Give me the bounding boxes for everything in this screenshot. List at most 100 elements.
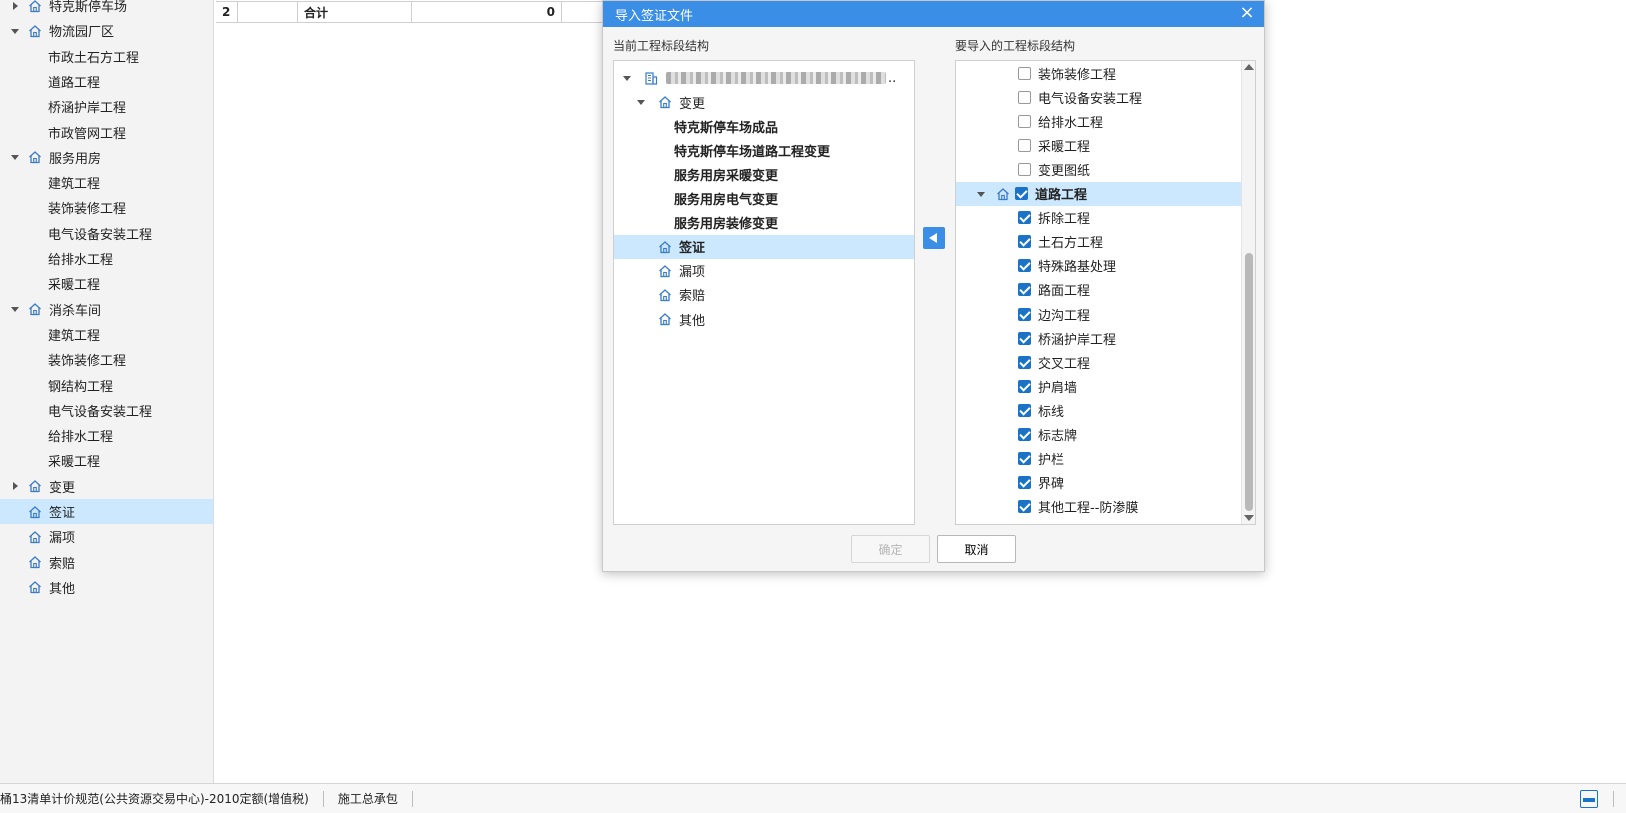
- tree-node[interactable]: 护栏: [956, 447, 1241, 471]
- checkbox[interactable]: [1018, 331, 1031, 345]
- checkbox[interactable]: [1018, 379, 1031, 393]
- checkbox[interactable]: [1015, 187, 1028, 200]
- checkbox[interactable]: [1018, 500, 1031, 514]
- tree-node[interactable]: 漏项: [0, 524, 213, 549]
- checkbox[interactable]: [1018, 307, 1031, 321]
- tree-node[interactable]: 变更: [614, 90, 914, 114]
- tree-label: 服务用房装修变更: [674, 217, 779, 233]
- tree-node[interactable]: 特克斯停车场: [0, 0, 213, 18]
- checkbox[interactable]: [1018, 355, 1031, 369]
- table-row[interactable]: 2 合计 0: [216, 1, 602, 23]
- tree-node[interactable]: 道路工程: [956, 181, 1241, 206]
- tree-leaf[interactable]: 建筑工程: [0, 322, 213, 347]
- checkbox[interactable]: [1018, 66, 1031, 80]
- tree-node[interactable]: 路面工程: [956, 278, 1241, 302]
- tree-node[interactable]: 土石方工程: [956, 230, 1241, 254]
- chevron-right-icon[interactable]: [10, 1, 20, 11]
- tree-node[interactable]: 签证: [614, 234, 914, 259]
- tree-node[interactable]: 边沟工程: [956, 302, 1241, 326]
- tree-node[interactable]: 服务用房装修变更: [614, 211, 914, 235]
- tree-leaf[interactable]: 采暖工程: [0, 448, 213, 473]
- vertical-scrollbar[interactable]: [1241, 61, 1255, 524]
- checkbox[interactable]: [1018, 138, 1031, 152]
- checkbox[interactable]: [1018, 452, 1031, 466]
- chevron-down-icon[interactable]: [10, 304, 20, 314]
- tree-node[interactable]: 索赔: [0, 550, 213, 575]
- tree-node[interactable]: 变更图纸: [956, 157, 1241, 181]
- tree-node[interactable]: 护肩墙: [956, 374, 1241, 398]
- ok-button[interactable]: 确定: [851, 535, 930, 563]
- tree-leaf[interactable]: 给排水工程: [0, 423, 213, 448]
- import-arrow-button[interactable]: [923, 227, 945, 249]
- checkbox[interactable]: [1018, 114, 1031, 128]
- tree-node[interactable]: 特克斯停车场成品: [614, 114, 914, 138]
- tree-node[interactable]: 交叉工程: [956, 350, 1241, 374]
- tree-leaf[interactable]: 道路工程: [0, 69, 213, 94]
- tree-label: 特克斯停车场成品: [674, 120, 779, 136]
- tree-leaf[interactable]: 市政土石方工程: [0, 44, 213, 69]
- checkbox[interactable]: [1018, 211, 1031, 225]
- tree-label: 物流园厂区: [49, 25, 115, 41]
- tree-node[interactable]: 特殊路基处理: [956, 254, 1241, 278]
- tree-node[interactable]: 标志牌: [956, 423, 1241, 447]
- chevron-down-icon[interactable]: [622, 73, 632, 83]
- checkbox[interactable]: [1018, 235, 1031, 249]
- tree-node[interactable]: 桥涵护岸工程: [956, 326, 1241, 350]
- chevron-down-icon[interactable]: [10, 152, 20, 162]
- tree-leaf[interactable]: 市政管网工程: [0, 120, 213, 145]
- tree-node[interactable]: 漏项: [614, 259, 914, 283]
- house-icon: [658, 95, 672, 109]
- tree-node[interactable]: 消杀车间: [0, 297, 213, 322]
- scroll-thumb[interactable]: [1245, 253, 1253, 511]
- tree-leaf[interactable]: 电气设备安装工程: [0, 398, 213, 423]
- tree-node[interactable]: 采暖工程: [956, 133, 1241, 157]
- chevron-down-icon[interactable]: [636, 97, 646, 107]
- tree-node[interactable]: 其他工程--防渗膜: [956, 495, 1241, 519]
- checkbox[interactable]: [1018, 259, 1031, 273]
- tree-node[interactable]: 拆除工程: [956, 206, 1241, 230]
- tree-leaf[interactable]: 钢结构工程: [0, 373, 213, 398]
- tree-node[interactable]: 特克斯停车场道路工程变更: [614, 138, 914, 162]
- ellipsis: ..: [888, 70, 897, 86]
- tree-node[interactable]: 服务用房: [0, 145, 213, 170]
- tree-node[interactable]: 装饰装修工程: [956, 61, 1241, 85]
- tree-node[interactable]: 其他: [614, 307, 914, 331]
- house-icon: [28, 555, 42, 569]
- chevron-down-icon[interactable]: [10, 26, 20, 36]
- tree-leaf[interactable]: 采暖工程: [0, 271, 213, 296]
- layout-toggle-icon[interactable]: [1580, 790, 1598, 808]
- checkbox[interactable]: [1018, 403, 1031, 417]
- cancel-button[interactable]: 取消: [937, 535, 1016, 563]
- tree-node[interactable]: 电气设备安装工程: [956, 85, 1241, 109]
- tree-leaf[interactable]: 建筑工程: [0, 170, 213, 195]
- tree-node[interactable]: ..: [614, 66, 914, 90]
- tree-node[interactable]: 签证: [0, 499, 213, 524]
- scroll-up-icon[interactable]: [1244, 64, 1254, 70]
- tree-leaf[interactable]: 给排水工程: [0, 246, 213, 271]
- tree-node[interactable]: 索赔: [614, 283, 914, 307]
- tree-leaf[interactable]: 装饰装修工程: [0, 195, 213, 220]
- tree-node[interactable]: 界碑: [956, 471, 1241, 495]
- checkbox[interactable]: [1018, 428, 1031, 441]
- tree-label: 签证: [49, 506, 76, 521]
- tree-leaf[interactable]: 电气设备安装工程: [0, 221, 213, 246]
- checkbox[interactable]: [1018, 283, 1031, 297]
- checkbox[interactable]: [1018, 476, 1031, 490]
- chevron-down-icon[interactable]: [976, 189, 986, 199]
- scroll-down-icon[interactable]: [1244, 515, 1254, 521]
- tree-leaf[interactable]: 桥涵护岸工程: [0, 94, 213, 119]
- tree-node[interactable]: 标线: [956, 398, 1241, 422]
- tree-node[interactable]: 其他: [0, 575, 213, 600]
- tree-node[interactable]: 物流园厂区: [0, 18, 213, 43]
- checkbox[interactable]: [1018, 162, 1031, 176]
- tree-node[interactable]: 变更: [0, 474, 213, 499]
- close-icon[interactable]: ×: [1238, 4, 1256, 22]
- checkbox[interactable]: [1018, 90, 1031, 104]
- tree-label: 桥涵护岸工程: [1038, 332, 1117, 348]
- tree-node[interactable]: 服务用房电气变更: [614, 187, 914, 211]
- tree-leaf[interactable]: 装饰装修工程: [0, 347, 213, 372]
- tree-node[interactable]: 给排水工程: [956, 109, 1241, 133]
- tree-node[interactable]: 服务用房采暖变更: [614, 162, 914, 186]
- chevron-right-icon[interactable]: [10, 481, 20, 491]
